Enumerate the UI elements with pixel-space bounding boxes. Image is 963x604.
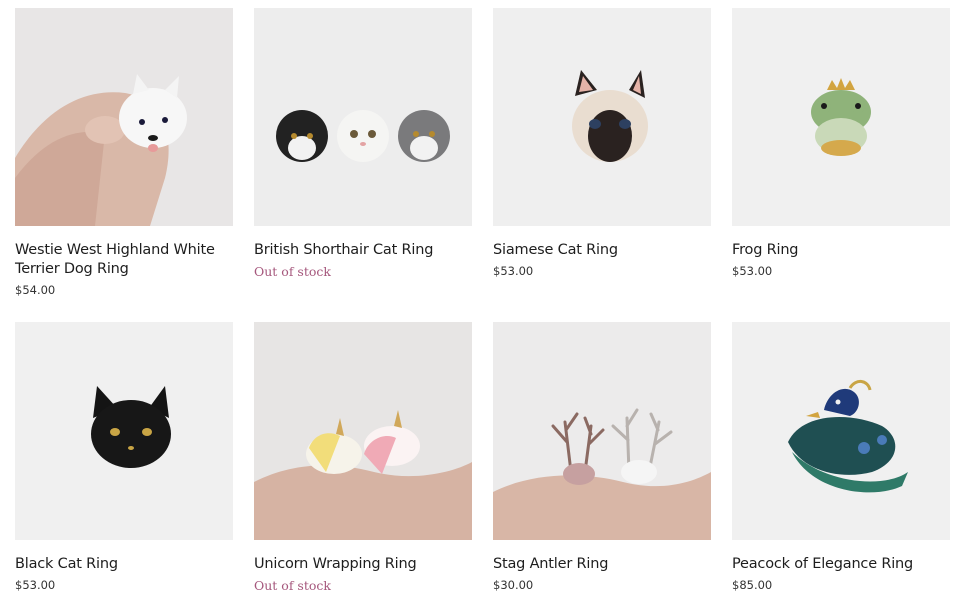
black-cat-ring-photo[interactable] [15, 322, 233, 540]
product-title[interactable]: Frog Ring [732, 241, 950, 260]
product-card[interactable]: Frog Ring $53.00 [732, 8, 950, 322]
product-title[interactable]: Westie West Highland White Terrier Dog R… [15, 241, 233, 279]
product-card[interactable]: Westie West Highland White Terrier Dog R… [15, 8, 233, 322]
product-price: $54.00 [15, 283, 56, 297]
product-title[interactable]: British Shorthair Cat Ring [254, 241, 472, 260]
product-price: $53.00 [15, 578, 56, 592]
westie-ring-photo[interactable] [15, 8, 233, 226]
unicorn-ring-photo[interactable] [254, 322, 472, 540]
product-card[interactable]: British Shorthair Cat Ring Out of stock [254, 8, 472, 322]
product-title[interactable]: Siamese Cat Ring [493, 241, 711, 260]
product-price: $30.00 [493, 578, 534, 592]
siamese-ring-photo[interactable] [493, 8, 711, 226]
british-shorthair-ring-photo[interactable] [254, 8, 472, 226]
product-card[interactable]: Unicorn Wrapping Ring Out of stock [254, 322, 472, 604]
product-title[interactable]: Peacock of Elegance Ring [732, 555, 950, 574]
product-price: $85.00 [732, 578, 773, 592]
out-of-stock-label: Out of stock [254, 264, 331, 279]
product-title[interactable]: Stag Antler Ring [493, 555, 711, 574]
product-price: $53.00 [493, 264, 534, 278]
out-of-stock-label: Out of stock [254, 578, 331, 593]
frog-ring-photo[interactable] [732, 8, 950, 226]
product-card[interactable]: Stag Antler Ring $30.00 [493, 322, 711, 604]
peacock-ring-photo[interactable] [732, 322, 950, 540]
product-card[interactable]: Black Cat Ring $53.00 [15, 322, 233, 604]
product-title[interactable]: Unicorn Wrapping Ring [254, 555, 472, 574]
product-price: $53.00 [732, 264, 773, 278]
product-title[interactable]: Black Cat Ring [15, 555, 233, 574]
product-card[interactable]: Peacock of Elegance Ring $85.00 [732, 322, 950, 604]
stag-antler-ring-photo[interactable] [493, 322, 711, 540]
product-card[interactable]: Siamese Cat Ring $53.00 [493, 8, 711, 322]
product-grid: Westie West Highland White Terrier Dog R… [15, 8, 950, 604]
